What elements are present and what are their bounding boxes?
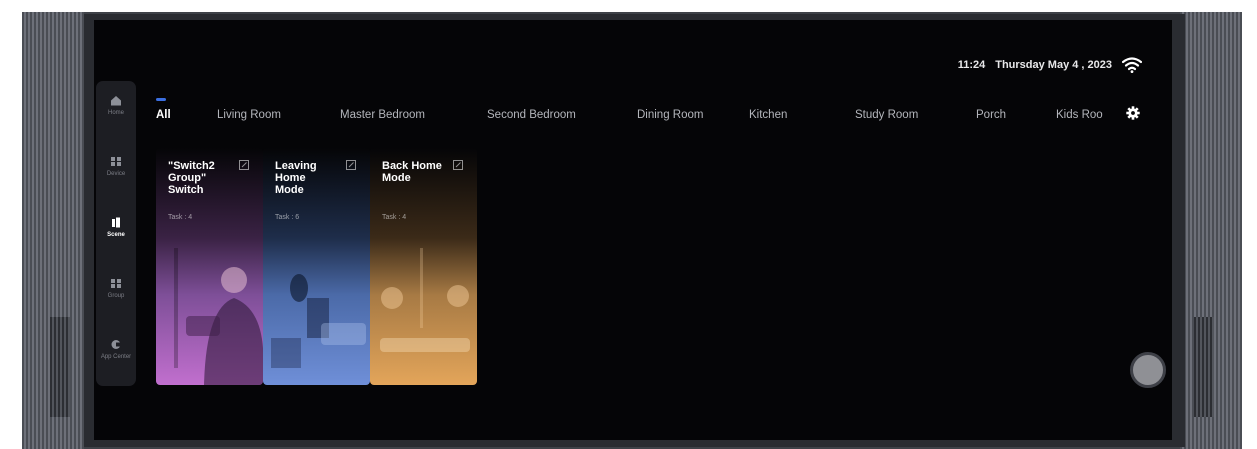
sidebar: Home Device Scene Group App Center xyxy=(96,81,136,386)
tab-porch[interactable]: Porch xyxy=(976,109,1006,121)
scene-title: Leaving Home Mode xyxy=(275,160,317,196)
scene-title: Back Home Mode xyxy=(382,160,442,184)
device-icon xyxy=(111,157,121,166)
edit-icon[interactable] xyxy=(453,160,463,170)
tab-living-room[interactable]: Living Room xyxy=(217,109,281,121)
sidebar-item-label: Device xyxy=(106,171,126,177)
tab-dining-room[interactable]: Dining Room xyxy=(637,109,703,121)
tab-active-indicator xyxy=(156,98,166,101)
tab-kids-room[interactable]: Kids Roo xyxy=(1056,109,1103,121)
gear-icon[interactable] xyxy=(1126,106,1140,120)
sidebar-item-device[interactable]: Device xyxy=(96,156,136,217)
screen: 11:24 Thursday May 4 , 2023 Home Device xyxy=(94,20,1172,440)
left-speaker-grille xyxy=(22,12,84,449)
scene-icon xyxy=(112,217,120,228)
tab-study-room[interactable]: Study Room xyxy=(855,109,918,121)
scene-title: "Switch2 Group" Switch xyxy=(168,160,215,196)
app-center-icon xyxy=(111,340,121,349)
sidebar-item-label: Group xyxy=(107,293,125,299)
status-date: Thursday May 4 , 2023 xyxy=(995,59,1112,71)
sidebar-item-label: Scene xyxy=(107,232,125,238)
sidebar-item-label: App Center xyxy=(100,354,132,360)
sidebar-item-label: Home xyxy=(107,110,124,116)
tab-second-bedroom[interactable]: Second Bedroom xyxy=(487,109,576,121)
scene-card-switch2-group[interactable]: "Switch2 Group" Switch Task : 4 xyxy=(156,148,263,385)
scene-task-count: Task : 4 xyxy=(168,214,193,221)
status-bar: 11:24 Thursday May 4 , 2023 xyxy=(958,57,1142,73)
tab-kitchen[interactable]: Kitchen xyxy=(749,109,787,121)
sidebar-item-scene[interactable]: Scene xyxy=(96,217,136,278)
tab-master-bedroom[interactable]: Master Bedroom xyxy=(340,109,425,121)
right-speaker-grille xyxy=(1180,12,1242,449)
tab-all[interactable]: All xyxy=(156,109,171,121)
scene-card-back-home[interactable]: Back Home Mode Task : 4 xyxy=(370,148,477,385)
edit-icon[interactable] xyxy=(346,160,356,170)
scene-card-leaving-home[interactable]: Leaving Home Mode Task : 6 xyxy=(263,148,370,385)
edit-icon[interactable] xyxy=(239,160,249,170)
wifi-icon xyxy=(1122,57,1142,73)
scene-list: "Switch2 Group" Switch Task : 4 Leaving … xyxy=(156,148,477,385)
sidebar-item-app-center[interactable]: App Center xyxy=(96,339,136,400)
scene-task-count: Task : 4 xyxy=(382,214,407,221)
room-tabs: All Living Room Master Bedroom Second Be… xyxy=(156,105,1152,125)
sidebar-item-home[interactable]: Home xyxy=(96,95,136,156)
floating-assist-button[interactable] xyxy=(1130,352,1166,388)
status-time: 11:24 xyxy=(957,59,986,71)
scene-task-count: Task : 6 xyxy=(275,214,300,221)
sidebar-item-group[interactable]: Group xyxy=(96,278,136,339)
home-icon xyxy=(111,96,121,106)
group-icon xyxy=(111,279,121,288)
